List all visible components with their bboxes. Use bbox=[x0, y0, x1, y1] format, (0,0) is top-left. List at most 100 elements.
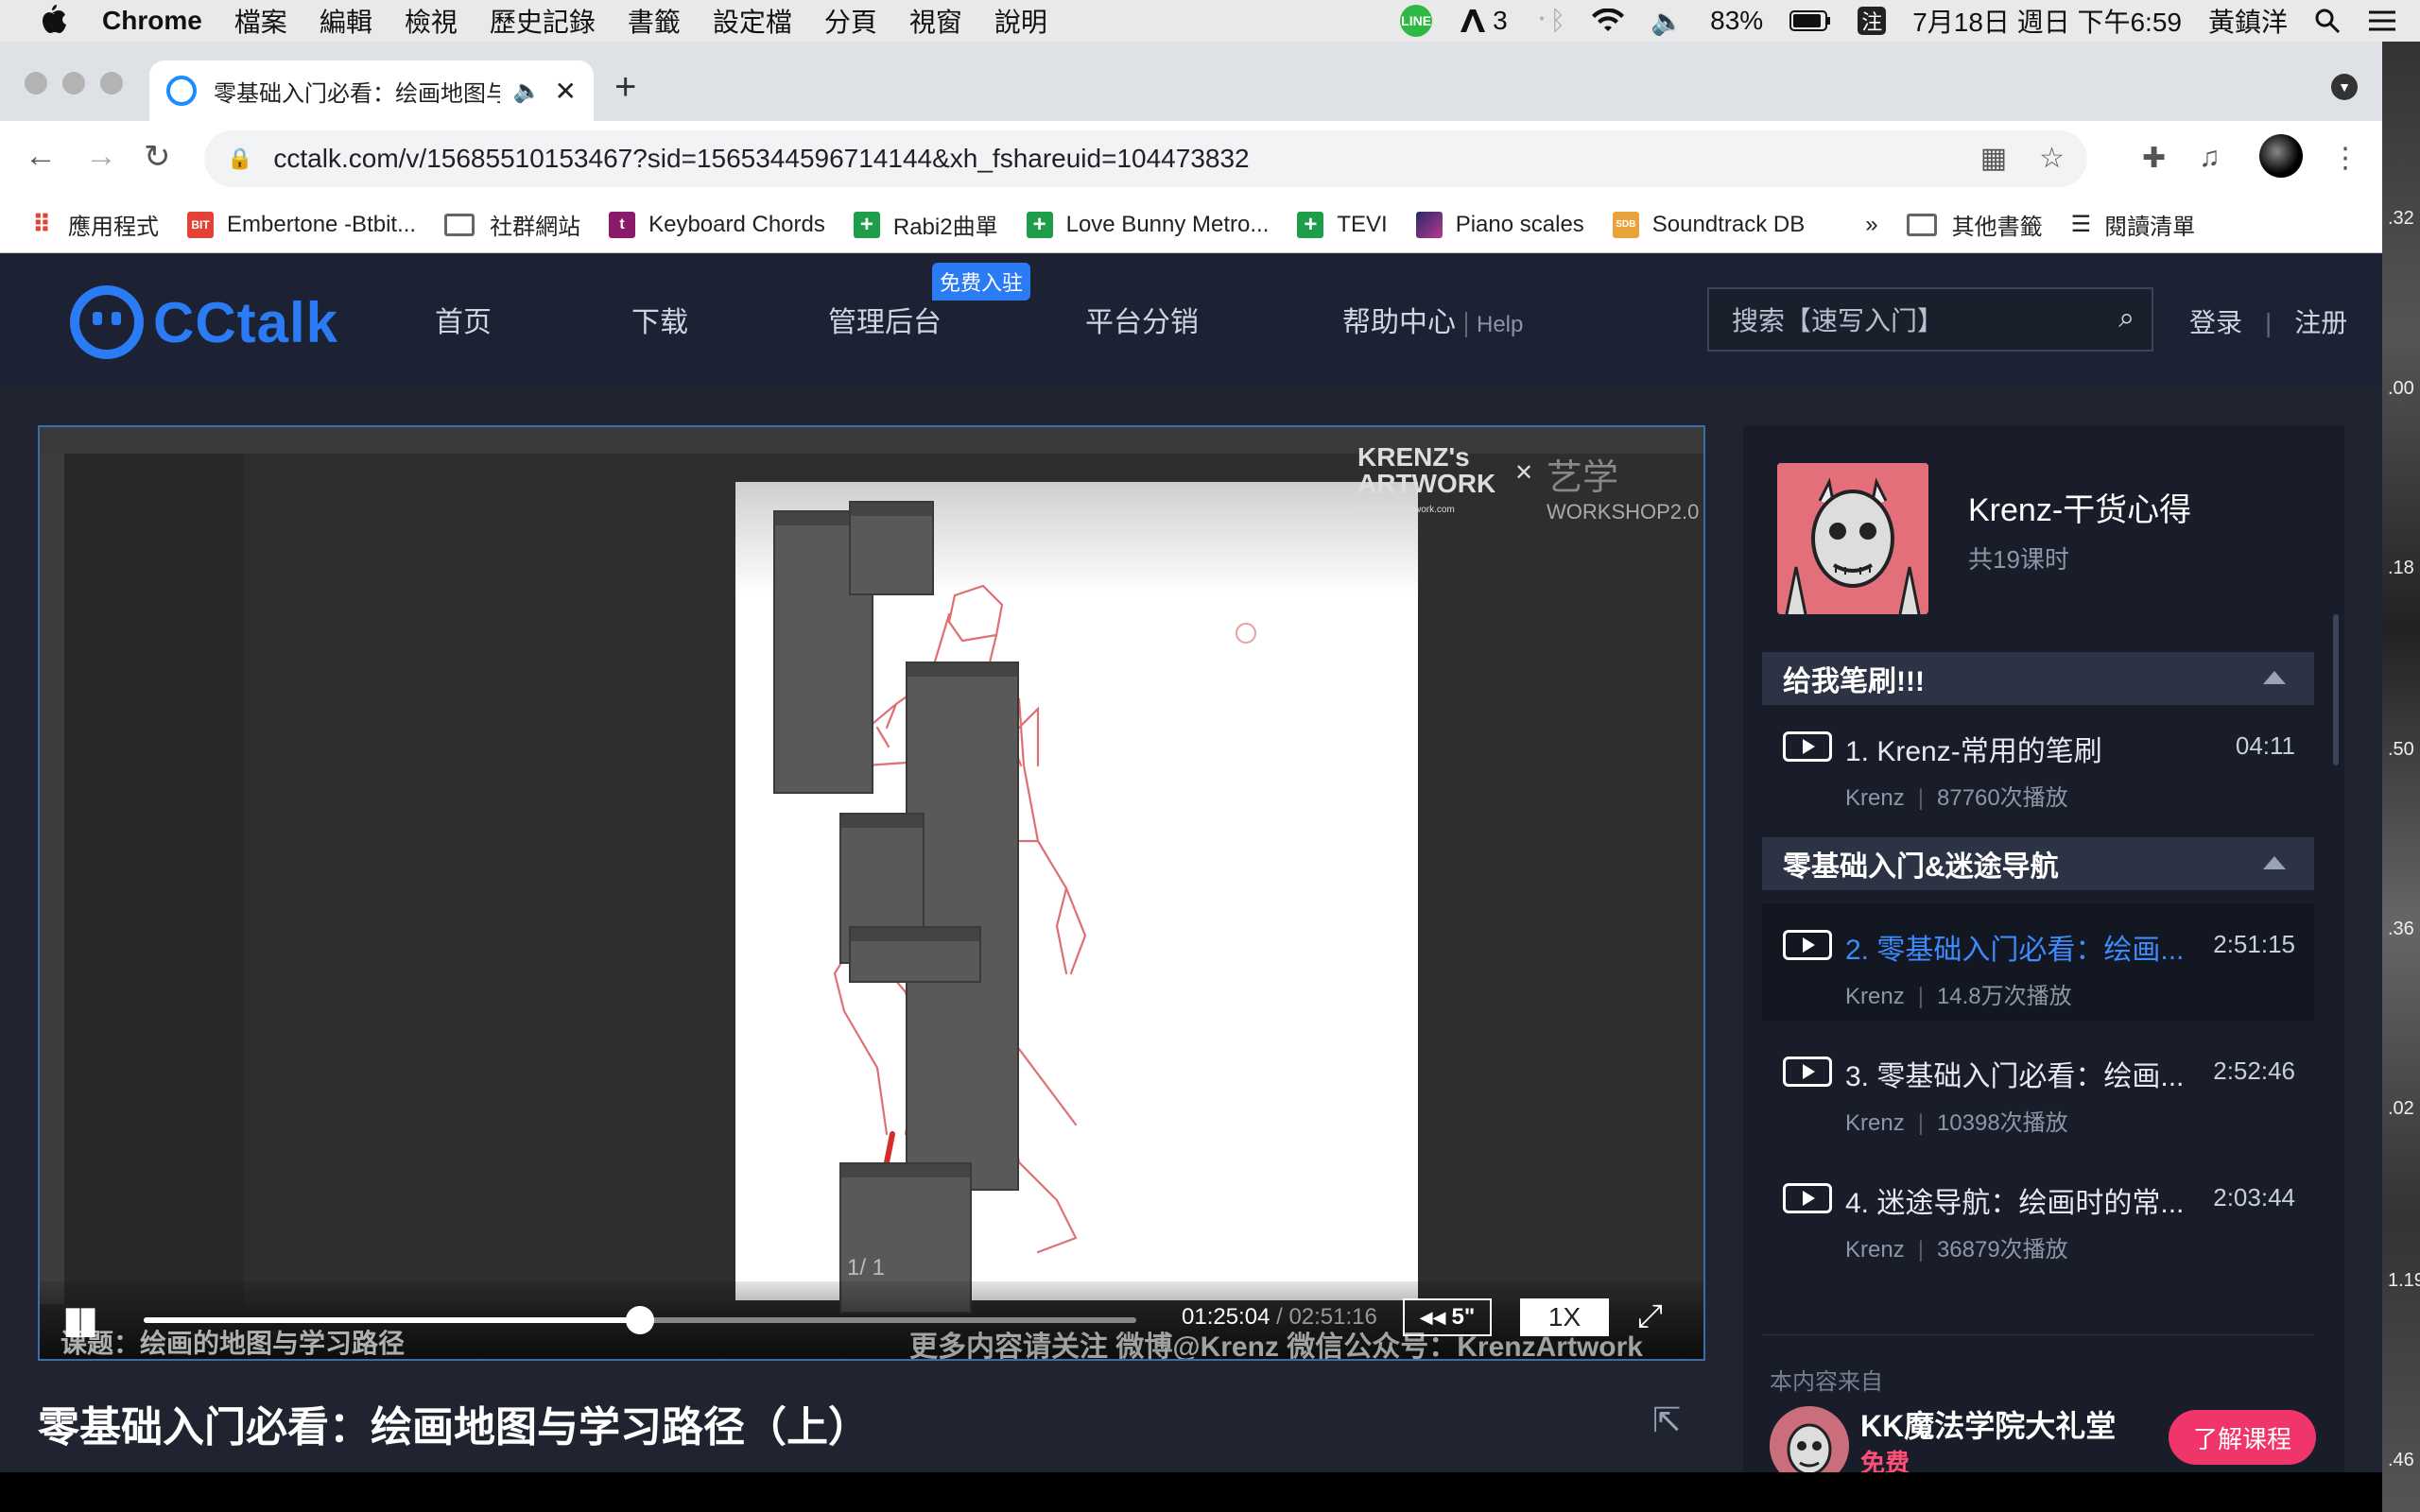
back-icon[interactable]: ← bbox=[25, 138, 57, 175]
battery-icon[interactable] bbox=[1789, 10, 1831, 31]
volume-icon[interactable]: 🔈 bbox=[1651, 6, 1684, 37]
login-link[interactable]: 登录 bbox=[2189, 308, 2242, 337]
collapse-caret-icon[interactable] bbox=[2263, 671, 2286, 684]
menu-edit[interactable]: 編輯 bbox=[320, 2, 372, 40]
lesson-item-active[interactable]: 2. 零基础入门必看：绘画... 2:51:15 Krenz | 14.8万次播放 bbox=[1762, 903, 2314, 1021]
menu-window[interactable]: 視窗 bbox=[909, 2, 962, 40]
new-tab-button[interactable]: + bbox=[614, 66, 636, 109]
lock-icon[interactable]: 🔒 bbox=[227, 146, 252, 171]
menubar-clock[interactable]: 7月18日 週日 下午6:59 bbox=[1912, 2, 2182, 40]
bluetooth-icon[interactable]: ᛫ᛒ bbox=[1534, 6, 1566, 36]
maximize-window-button[interactable] bbox=[100, 72, 123, 94]
spotlight-search-icon[interactable] bbox=[2314, 8, 2341, 34]
sidebar-scrollbar[interactable] bbox=[2333, 614, 2339, 765]
lesson-title: 4. 迷途导航：绘画时的常... bbox=[1845, 1188, 2185, 1219]
rewind-5s-button[interactable]: ◀◀ 5" bbox=[1403, 1298, 1492, 1336]
cctalk-favicon-icon bbox=[166, 76, 197, 106]
tab-audio-icon[interactable]: 🔈 bbox=[513, 77, 542, 105]
menu-history[interactable]: 歷史記錄 bbox=[490, 2, 596, 40]
control-center-icon[interactable] bbox=[2367, 9, 2397, 33]
reading-list-button[interactable]: ☰ 閱讀清單 bbox=[2071, 208, 2196, 241]
search-input[interactable]: 搜索【速写入门】 ⌕ bbox=[1707, 287, 2153, 352]
nav-download[interactable]: 下载 bbox=[631, 299, 688, 340]
input-method-icon[interactable]: 注 bbox=[1858, 7, 1887, 35]
nav-admin[interactable]: 管理后台 bbox=[828, 299, 942, 340]
line-icon[interactable]: LINE bbox=[1400, 5, 1433, 37]
menu-profiles[interactable]: 設定檔 bbox=[713, 2, 792, 40]
forward-icon[interactable]: → bbox=[85, 138, 117, 175]
menu-tab[interactable]: 分頁 bbox=[824, 2, 877, 40]
bookmark-rabi2[interactable]: + Rabi2曲單 bbox=[853, 208, 998, 241]
bookmark-keyboard-chords[interactable]: t Keyboard Chords bbox=[609, 211, 825, 238]
watermark-close-icon[interactable]: ✕ bbox=[1514, 459, 1533, 487]
tab-close-icon[interactable]: ✕ bbox=[555, 76, 577, 107]
section-header[interactable]: 零基础入门&迷途导航 bbox=[1762, 837, 2314, 890]
course-thumbnail[interactable] bbox=[1777, 463, 1928, 614]
screen-bottom-bar bbox=[0, 1472, 2382, 1512]
lesson-item[interactable]: 1. Krenz-常用的笔刷 04:11 Krenz | 87760次播放 bbox=[1762, 705, 2314, 822]
media-control-icon[interactable]: ♫ bbox=[2199, 142, 2221, 174]
video-course-subtitle: 课题：绘画的地图与学习路径 bbox=[60, 1329, 406, 1358]
lesson-item[interactable]: 3. 零基础入门必看：绘画... 2:52:46 Krenz | 10398次播放 bbox=[1762, 1030, 2314, 1147]
section-header[interactable]: 给我笔刷!!! bbox=[1762, 652, 2314, 705]
playback-speed-button[interactable]: 1X bbox=[1520, 1298, 1609, 1336]
extensions-puzzle-icon[interactable]: ✚ bbox=[2142, 142, 2166, 175]
bookmark-apps[interactable]: ⠿ 應用程式 bbox=[28, 208, 159, 241]
bookmark-tevi[interactable]: + TEVI bbox=[1297, 211, 1388, 238]
bookmarks-overflow-button[interactable]: » bbox=[1865, 212, 1877, 238]
tab-search-icon[interactable]: ▼ bbox=[2331, 74, 2358, 100]
collapse-caret-icon[interactable] bbox=[2263, 856, 2286, 869]
bookmark-folder-social[interactable]: 社群網站 bbox=[444, 208, 580, 241]
profile-avatar[interactable] bbox=[2259, 134, 2303, 178]
close-window-button[interactable] bbox=[25, 72, 47, 94]
free-join-badge[interactable]: 免费入驻 bbox=[932, 263, 1031, 301]
video-player[interactable]: KRENZ's ARTWORK www.krenzartwork.com ✕ 艺… bbox=[38, 425, 1705, 1361]
nav-distribution[interactable]: 平台分销 bbox=[1085, 299, 1199, 340]
minimize-window-button[interactable] bbox=[62, 72, 85, 94]
org-avatar[interactable] bbox=[1770, 1406, 1849, 1472]
course-sidebar: Krenz-干货心得 共19课时 给我笔刷!!! 1. Krenz-常用的笔刷 … bbox=[1743, 425, 2344, 1472]
address-bar[interactable]: 🔒 cctalk.com/v/15685510153467?sid=156534… bbox=[204, 130, 2087, 187]
menu-app-name[interactable]: Chrome bbox=[102, 6, 202, 36]
menu-file[interactable]: 檔案 bbox=[234, 2, 287, 40]
content-source-label: 本内容来自 bbox=[1770, 1369, 1883, 1395]
bookmark-label: Piano scales bbox=[1455, 211, 1584, 237]
total-time: 02:51:16 bbox=[1288, 1304, 1377, 1330]
register-link[interactable]: 注册 bbox=[2294, 308, 2347, 337]
bookmark-soundtrack-db[interactable]: SDB Soundtrack DB bbox=[1612, 211, 1805, 238]
bookmark-love-bunny[interactable]: + Love Bunny Metro... bbox=[1026, 211, 1269, 238]
bookmark-piano-scales[interactable]: Piano scales bbox=[1415, 211, 1584, 238]
menu-view[interactable]: 檢視 bbox=[405, 2, 458, 40]
bookmark-embertone[interactable]: BIT Embertone -Btbit... bbox=[187, 211, 416, 238]
share-icon[interactable]: ⇱ bbox=[1652, 1400, 1681, 1440]
fullscreen-icon[interactable]: ⤢ bbox=[1637, 1298, 1663, 1335]
adobe-count: 3 bbox=[1493, 6, 1508, 35]
reload-icon[interactable]: ↻ bbox=[144, 138, 171, 176]
learn-course-button[interactable]: 了解课程 bbox=[2169, 1410, 2316, 1465]
section-title: 零基础入门&迷途导航 bbox=[1783, 851, 2059, 883]
browser-tab-active[interactable]: 零基础入门必看：绘画地图与 🔈 ✕ bbox=[149, 60, 594, 121]
chrome-menu-icon[interactable]: ⋮ bbox=[2331, 142, 2360, 175]
menu-help[interactable]: 說明 bbox=[994, 2, 1047, 40]
wifi-icon[interactable] bbox=[1592, 9, 1625, 33]
bookmark-label: 其他書籤 bbox=[1951, 215, 2043, 240]
org-name[interactable]: KK魔法学院大礼堂 bbox=[1860, 1402, 2116, 1446]
adobe-status[interactable]: 3 bbox=[1459, 6, 1508, 36]
folder-icon bbox=[1906, 213, 1937, 236]
video-progress-bar[interactable] bbox=[144, 1306, 1136, 1334]
nav-home[interactable]: 首页 bbox=[435, 299, 492, 340]
cctalk-logo-icon bbox=[70, 285, 144, 359]
pause-icon[interactable]: ▮▮ bbox=[62, 1298, 98, 1342]
bookmark-other-folder[interactable]: 其他書籤 bbox=[1906, 208, 2043, 241]
cctalk-logo[interactable]: CCtalk bbox=[70, 285, 338, 359]
apple-icon[interactable] bbox=[34, 3, 70, 39]
qr-code-icon[interactable]: ▦ bbox=[1980, 142, 2007, 175]
search-icon[interactable]: ⌕ bbox=[2118, 302, 2135, 335]
menu-bookmarks[interactable]: 書籤 bbox=[628, 2, 681, 40]
lesson-meta: Krenz | 10398次播放 bbox=[1845, 1110, 2068, 1136]
video-progress-knob[interactable] bbox=[626, 1306, 654, 1334]
bookmark-star-icon[interactable]: ☆ bbox=[2039, 142, 2065, 175]
menubar-user[interactable]: 黃鎮洋 bbox=[2208, 2, 2288, 40]
nav-help-center[interactable]: 帮助中心 Help bbox=[1342, 299, 1524, 340]
lesson-item[interactable]: 4. 迷途导航：绘画时的常... 2:03:44 Krenz | 36879次播放 bbox=[1762, 1157, 2314, 1274]
